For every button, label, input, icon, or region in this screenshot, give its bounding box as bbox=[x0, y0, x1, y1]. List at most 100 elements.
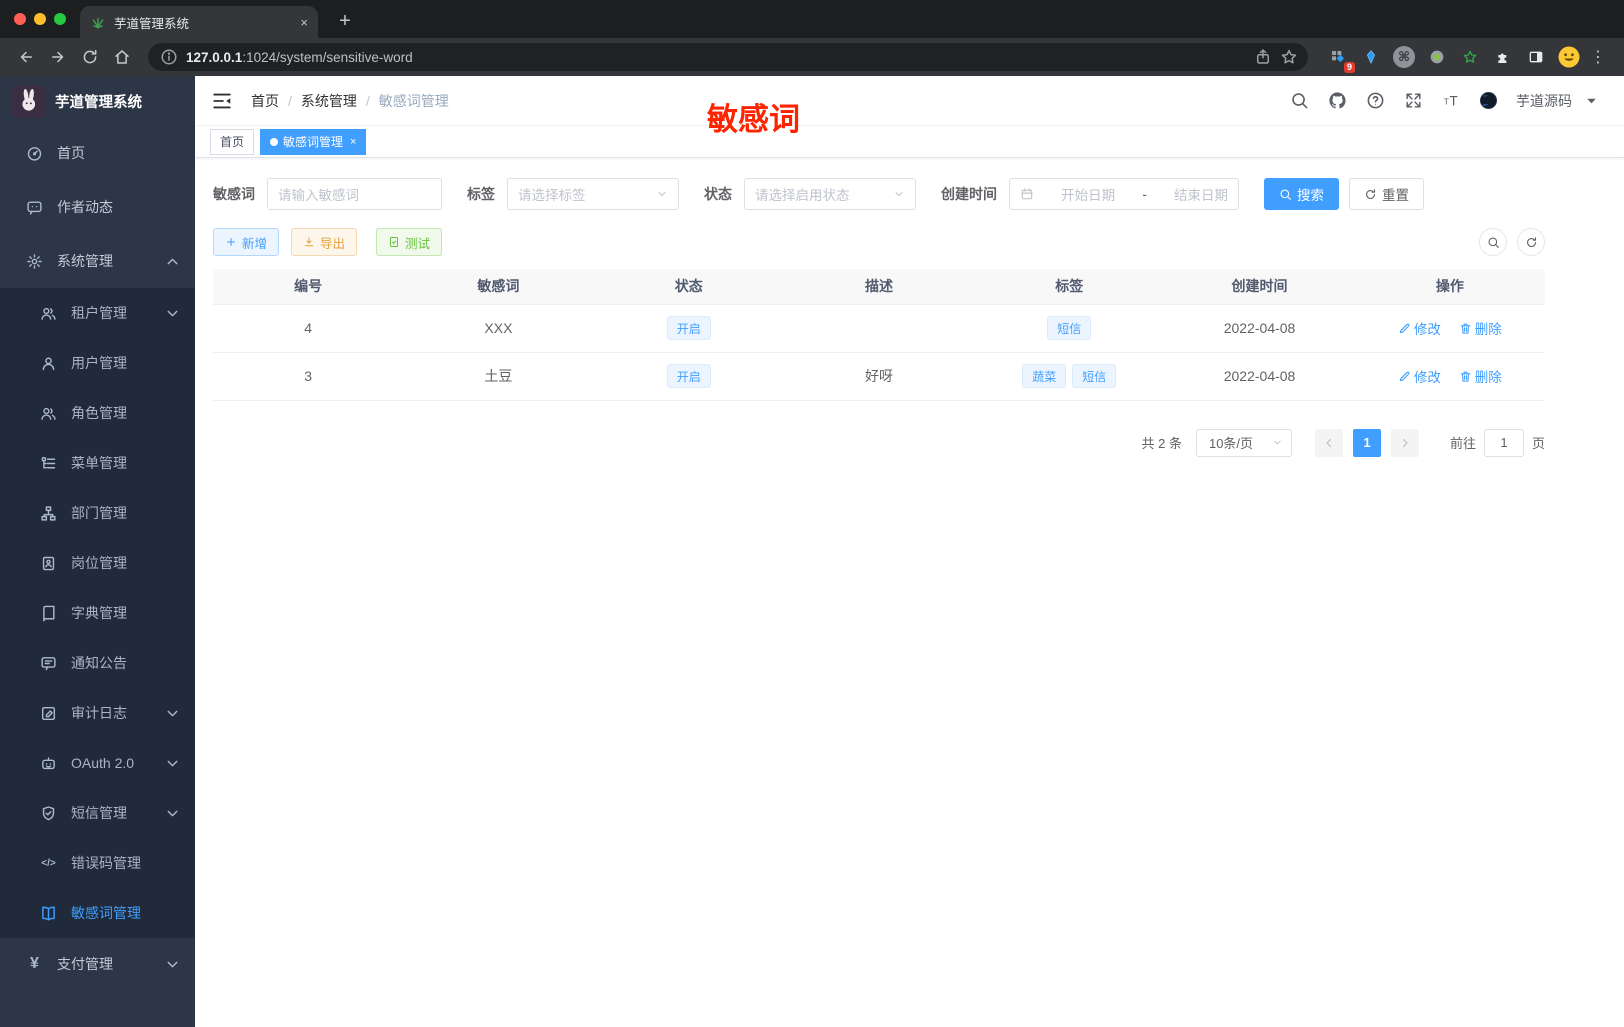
tag-sensitive-word[interactable]: 敏感词管理 × bbox=[260, 128, 367, 155]
sidebar-collapse-button[interactable] bbox=[211, 90, 233, 112]
cell-status: 开启 bbox=[593, 304, 784, 353]
home-icon bbox=[113, 48, 131, 66]
next-page-button[interactable] bbox=[1390, 428, 1419, 457]
bookmark-star-icon[interactable] bbox=[1280, 48, 1298, 66]
tag-select[interactable]: 请选择标签 bbox=[507, 178, 679, 210]
tag-close-icon[interactable]: × bbox=[350, 136, 356, 148]
tag-home[interactable]: 首页 bbox=[210, 128, 255, 155]
new-tab-button[interactable]: + bbox=[330, 6, 360, 36]
tab-close-icon[interactable]: × bbox=[300, 15, 308, 30]
sidebar-item-sensitive-word[interactable]: 敏感词管理 bbox=[0, 888, 195, 938]
open-book-icon bbox=[40, 905, 57, 922]
cell-description: 好呀 bbox=[783, 352, 975, 401]
sidebar-item-user[interactable]: 用户管理 bbox=[0, 338, 195, 388]
sidebar-item-audit-log[interactable]: 审计日志 bbox=[0, 688, 195, 738]
sidebar-item-label: 系统管理 bbox=[57, 253, 113, 269]
fullscreen-icon[interactable] bbox=[1404, 91, 1423, 110]
back-button[interactable] bbox=[12, 43, 40, 71]
extension-funnel-icon[interactable] bbox=[1359, 45, 1383, 69]
refresh-table-button[interactable] bbox=[1517, 228, 1545, 256]
add-button[interactable]: 新增 bbox=[213, 228, 280, 256]
page-size-select[interactable]: 10条/页 bbox=[1195, 428, 1292, 457]
extension-grid-icon[interactable]: 9 bbox=[1326, 45, 1355, 73]
sidebar-item-dict[interactable]: 字典管理 bbox=[0, 588, 195, 638]
github-icon[interactable] bbox=[1328, 91, 1347, 110]
refresh-icon bbox=[1525, 236, 1538, 249]
current-page[interactable]: 1 bbox=[1352, 428, 1381, 457]
reset-button-label: 重置 bbox=[1382, 188, 1409, 203]
reset-button[interactable]: 重置 bbox=[1349, 178, 1424, 210]
sidebar-item-dept[interactable]: 部门管理 bbox=[0, 488, 195, 538]
extension-star-icon[interactable] bbox=[1458, 45, 1482, 69]
sidebar-item-role[interactable]: 角色管理 bbox=[0, 388, 195, 438]
sidebar-item-notice[interactable]: 通知公告 bbox=[0, 638, 195, 688]
prev-page-button[interactable] bbox=[1314, 428, 1343, 457]
page-size-value: 10条/页 bbox=[1208, 436, 1254, 451]
edit-link[interactable]: 修改 bbox=[1398, 366, 1441, 386]
sidebar-item-author-news[interactable]: 作者动态 bbox=[0, 180, 195, 234]
keyword-placeholder: 请输入敏感词 bbox=[278, 188, 359, 203]
help-icon[interactable] bbox=[1366, 91, 1385, 110]
robot-icon bbox=[40, 755, 57, 772]
sidebar-item-menu[interactable]: 菜单管理 bbox=[0, 438, 195, 488]
delete-link[interactable]: 删除 bbox=[1459, 318, 1502, 338]
chevron-down-icon bbox=[656, 188, 668, 200]
notice-icon bbox=[40, 655, 57, 672]
export-button[interactable]: 导出 bbox=[291, 228, 358, 256]
edit-link[interactable]: 修改 bbox=[1398, 318, 1441, 338]
goto-page-input[interactable] bbox=[1483, 428, 1524, 457]
extensions-puzzle-button[interactable] bbox=[1491, 45, 1515, 69]
browser-tab[interactable]: 芋道管理系统 × bbox=[80, 6, 318, 38]
app-logo-row[interactable]: 芋道管理系统 bbox=[0, 76, 195, 126]
browser-profile-avatar[interactable] bbox=[1557, 45, 1581, 69]
pagination: 共 2 条 10条/页 1 前往 页 bbox=[213, 428, 1545, 457]
browser-menu-button[interactable]: ⋮ bbox=[1590, 47, 1606, 67]
breadcrumb-separator: / bbox=[288, 92, 292, 109]
forward-button[interactable] bbox=[44, 43, 72, 71]
sidebar-item-tenant[interactable]: 租户管理 bbox=[0, 288, 195, 338]
status-placeholder: 请选择启用状态 bbox=[755, 188, 850, 203]
sidebar-item-home[interactable]: 首页 bbox=[0, 126, 195, 180]
status-select[interactable]: 请选择启用状态 bbox=[744, 178, 916, 210]
user-name[interactable]: 芋道源码 bbox=[1516, 91, 1572, 111]
extension-record-icon[interactable] bbox=[1425, 45, 1449, 69]
breadcrumb: 首页 / 系统管理 / 敏感词管理 bbox=[251, 91, 449, 111]
active-dot bbox=[270, 137, 279, 146]
share-icon[interactable] bbox=[1254, 48, 1272, 66]
caret-down-icon[interactable] bbox=[1583, 92, 1600, 109]
side-panel-button[interactable] bbox=[1524, 45, 1548, 69]
reload-button[interactable] bbox=[76, 43, 104, 71]
extension-command-icon[interactable]: ⌘ bbox=[1392, 45, 1416, 69]
window-zoom-button[interactable] bbox=[54, 13, 66, 25]
keyword-input[interactable]: 请输入敏感词 bbox=[267, 178, 442, 210]
breadcrumb-system[interactable]: 系统管理 bbox=[301, 91, 357, 111]
header-search-icon[interactable] bbox=[1290, 91, 1309, 110]
sidebar-item-oauth[interactable]: OAuth 2.0 bbox=[0, 738, 195, 788]
date-end-placeholder: 结束日期 bbox=[1173, 188, 1228, 203]
sidebar-item-payment[interactable]: ¥ 支付管理 bbox=[0, 938, 195, 990]
sidebar-item-post[interactable]: 岗位管理 bbox=[0, 538, 195, 588]
window-minimize-button[interactable] bbox=[34, 13, 46, 25]
sidebar-item-label: 租户管理 bbox=[71, 305, 127, 321]
toggle-search-button[interactable] bbox=[1479, 228, 1507, 256]
sidebar-item-label: 敏感词管理 bbox=[71, 905, 141, 921]
plus-icon bbox=[225, 236, 237, 248]
font-size-icon[interactable]: TT bbox=[1442, 91, 1461, 110]
address-bar[interactable]: 127.0.0.1:1024/system/sensitive-word bbox=[148, 43, 1308, 71]
edit-label: 修改 bbox=[1413, 370, 1441, 385]
breadcrumb-home[interactable]: 首页 bbox=[251, 91, 279, 111]
window-close-button[interactable] bbox=[14, 13, 26, 25]
sidebar-item-system-management[interactable]: 系统管理 bbox=[0, 234, 195, 288]
sidebar-item-label: 首页 bbox=[57, 145, 85, 161]
site-info-icon[interactable] bbox=[160, 48, 178, 66]
sidebar-item-error-code[interactable]: </> 错误码管理 bbox=[0, 838, 195, 888]
sidebar-item-sms[interactable]: 短信管理 bbox=[0, 788, 195, 838]
date-range-picker[interactable]: 开始日期 - 结束日期 bbox=[1009, 178, 1239, 210]
delete-link[interactable]: 删除 bbox=[1459, 366, 1502, 386]
test-button[interactable]: 测试 bbox=[376, 228, 443, 256]
col-word: 敏感词 bbox=[403, 269, 594, 305]
search-button[interactable]: 搜索 bbox=[1264, 178, 1339, 210]
home-button[interactable] bbox=[108, 43, 136, 71]
user-avatar[interactable] bbox=[1480, 92, 1497, 109]
browser-tab-strip: 芋道管理系统 × + bbox=[0, 0, 1624, 38]
